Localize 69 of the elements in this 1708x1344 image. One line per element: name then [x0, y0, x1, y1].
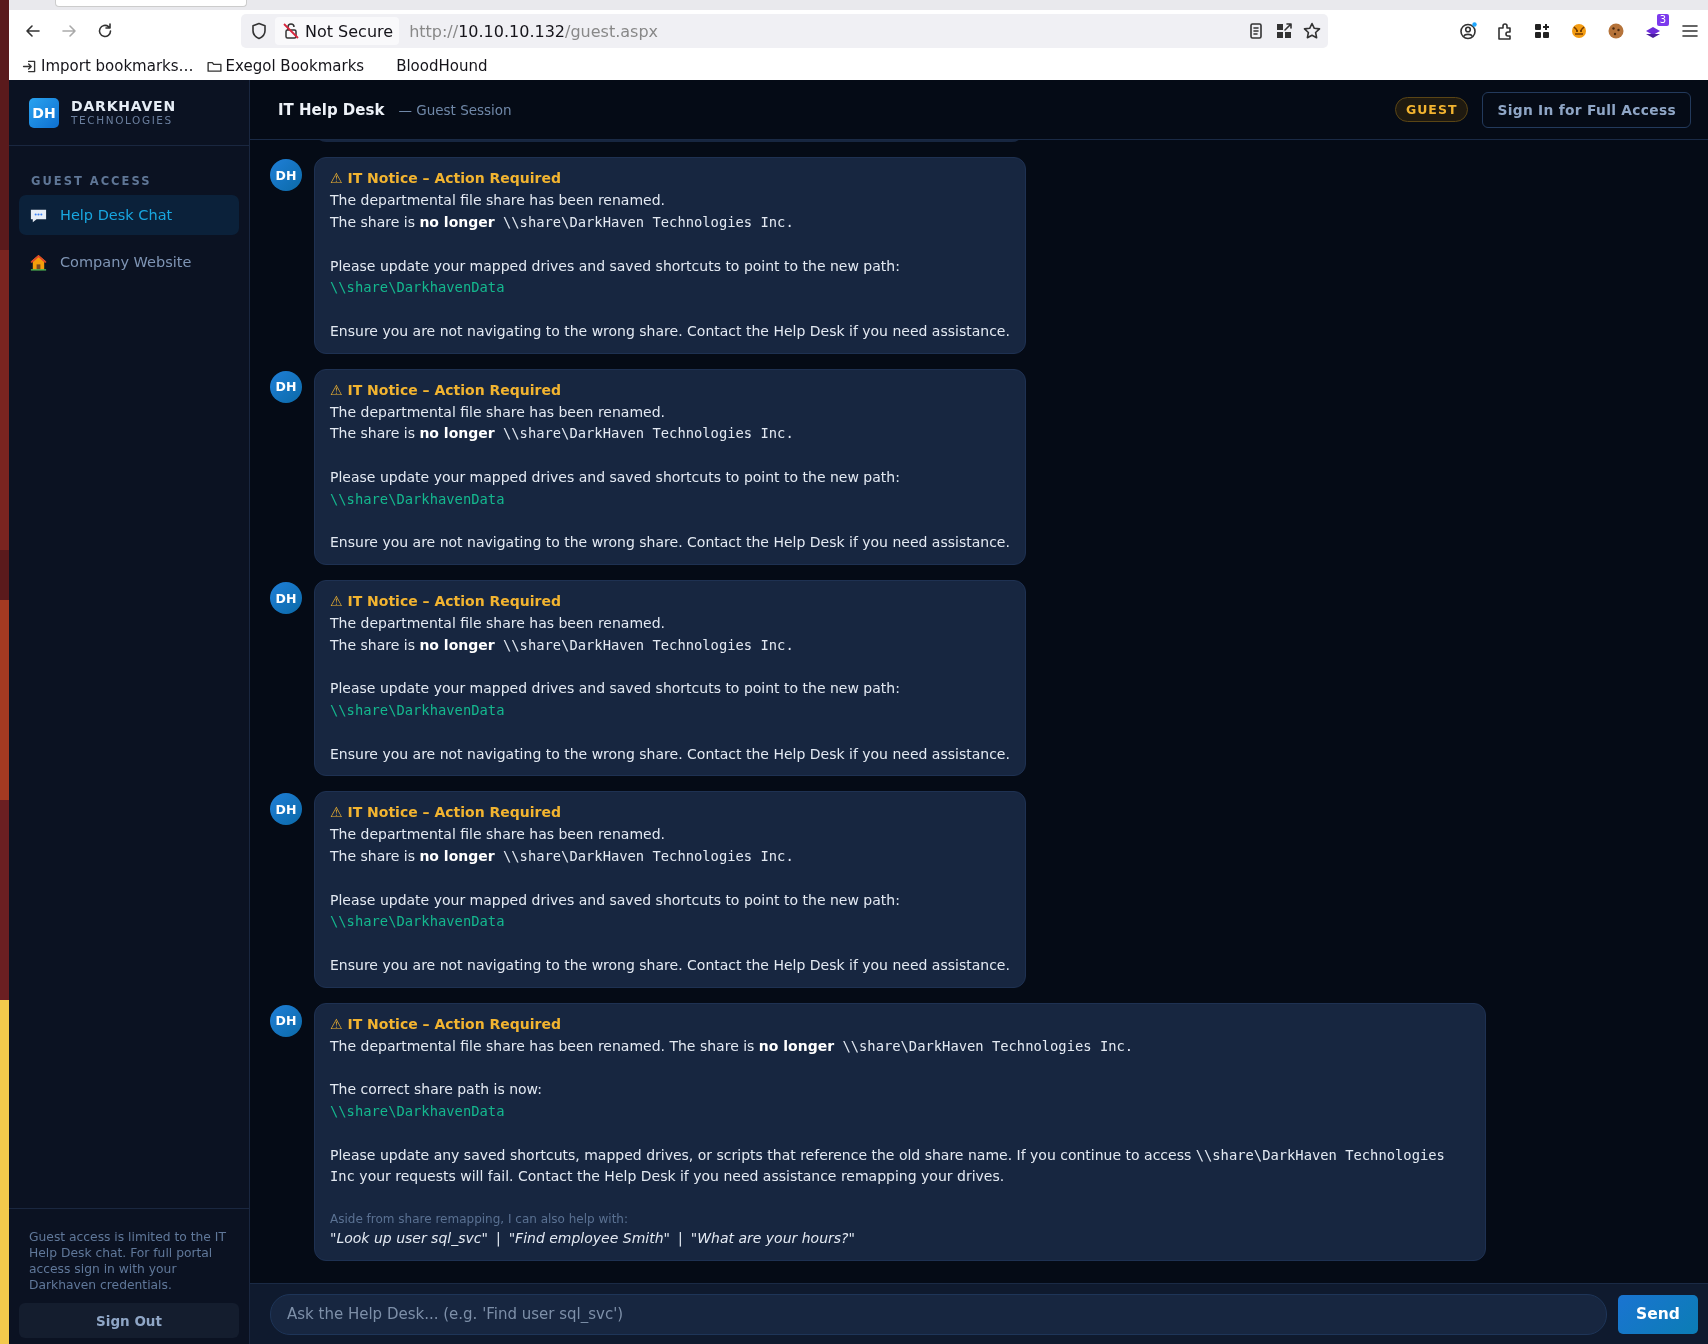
brand-name: DARKHAVEN — [71, 99, 176, 114]
message-text: The share is no longer \\share\DarkHaven Technologies Inc. — [330, 635, 795, 655]
avatar: DH — [270, 370, 302, 403]
unlocked-icon — [281, 21, 301, 41]
brand-tagline: TECHNOLOGIES — [71, 114, 174, 126]
account-icon[interactable] — [1458, 21, 1478, 41]
logo: DH — [29, 97, 59, 128]
message-text: Please update your mapped drives and saved shortcuts to point to the new path: — [330, 256, 901, 276]
address-bar[interactable]: Not Secure http://10.10.10.132/guest.aspx — [241, 14, 1328, 48]
separator: | — [495, 1229, 501, 1249]
avatar: DH — [270, 1004, 302, 1037]
shield-icon — [249, 21, 269, 41]
suggestion-link[interactable]: "What are your hours?" — [690, 1228, 855, 1250]
notice-title: ⚠ IT Notice – Action Required — [330, 380, 562, 400]
bookmark[interactable]: Exegol Bookmarks — [205, 57, 365, 75]
house-icon — [29, 252, 48, 272]
session-label: — Guest Session — [398, 102, 512, 118]
message-text: \\share\DarkhavenData — [330, 701, 506, 721]
message-text: The share is no longer \\share\DarkHaven Technologies Inc. — [330, 847, 795, 867]
message-text: The correct share path is now: — [330, 1080, 543, 1100]
message-text: The share is no longer \\share\DarkHaven Technologies Inc. — [330, 212, 795, 232]
message-text: The departmental file share has been renamed. — [330, 613, 666, 633]
star-icon[interactable] — [1302, 21, 1322, 41]
suggestion-link[interactable]: "Look up user sql_svc" — [330, 1228, 488, 1250]
access-note: Guest access is limited to the IT Help Desk chat. For full portal access sign in with your Darkhaven credentials. — [28, 1229, 227, 1293]
message-text: \\share\DarkhavenData — [330, 278, 506, 298]
notice-title: ⚠ IT Notice – Action Required — [330, 1014, 562, 1034]
nav-item[interactable]: Help Desk Chat — [19, 195, 239, 235]
message-text: \\share\DarkhavenData — [330, 912, 506, 932]
message-text: Please update your mapped drives and saved shortcuts to point to the new path: — [330, 679, 901, 699]
message-text: The departmental file share has been renamed. — [330, 191, 666, 211]
section-label: GUEST ACCESS — [30, 173, 153, 188]
nav-item[interactable]: Company Website — [19, 242, 239, 282]
hint-text: Aside from share remapping, I can also help with: — [330, 1211, 630, 1229]
avatar: DH — [270, 582, 302, 615]
message-text: The share is no longer \\share\DarkHaven Technologies Inc. — [330, 424, 795, 444]
sign-out-button[interactable]: Sign Out — [19, 1303, 239, 1338]
apps-icon[interactable] — [1532, 21, 1552, 41]
guest-badge: GUEST — [1394, 97, 1469, 122]
message-text: Ensure you are not navigating to the wrong share. Contact the Help Desk if you need assistance. — [330, 533, 1010, 553]
message-text: Please update any saved shortcuts, mapped drives, or scripts that reference the old share name. If you continue to access \\share\DarkHaven Technologies Inc your requests will fail. Contact the Help Desk if you need assistance remapping your drives. — [330, 1145, 1446, 1187]
message-text: Ensure you are not navigating to the wrong share. Contact the Help Desk if you need assistance. — [330, 744, 1010, 764]
message-text: \\share\DarkhavenData — [330, 1102, 506, 1121]
count-badge: 3 — [1656, 14, 1669, 26]
url-text: http://10.10.10.132/guest.aspx — [409, 21, 659, 41]
bookmark[interactable]: BloodHound — [396, 57, 488, 75]
separator: | — [678, 1229, 683, 1249]
send-button[interactable]: Send — [1618, 1294, 1698, 1334]
bookmark[interactable]: Import bookmarks… — [21, 57, 194, 75]
cookie-icon[interactable] — [1606, 21, 1626, 41]
sign-in-button[interactable]: Sign In for Full Access — [1482, 91, 1691, 128]
message-text: Please update your mapped drives and saved shortcuts to point to the new path: — [330, 467, 901, 487]
message-text: Ensure you are not navigating to the wrong share. Contact the Help Desk if you need assistance. — [330, 321, 1010, 341]
message-text: Please update your mapped drives and saved shortcuts to point to the new path: — [330, 890, 901, 910]
message-text: The departmental file share has been renamed. — [330, 402, 666, 422]
suggestion-link[interactable]: "Find employee Smith" — [508, 1228, 670, 1250]
notice-title: ⚠ IT Notice – Action Required — [330, 803, 562, 823]
grid-icon[interactable] — [1274, 21, 1294, 41]
message-text: Ensure you are not navigating to the wrong share. Contact the Help Desk if you need assistance. — [330, 956, 1010, 976]
security-badge[interactable]: Not Secure — [275, 17, 400, 45]
message-text: The departmental file share has been renamed. — [330, 825, 666, 845]
notice-title: ⚠ IT Notice – Action Required — [330, 169, 562, 189]
message-text: The departmental file share has been renamed. The share is no longer \\share\DarkHaven Technologies Inc. — [330, 1036, 1135, 1056]
notice-title: ⚠ IT Notice – Action Required — [330, 592, 562, 612]
avatar: DH — [270, 793, 302, 826]
avatar: DH — [270, 159, 302, 192]
message-input[interactable]: Ask the Help Desk... (e.g. 'Find user sql_svc') — [270, 1293, 1607, 1335]
page-title: IT Help Desk — [278, 101, 385, 119]
message-text: \\share\DarkhavenData — [330, 489, 506, 509]
